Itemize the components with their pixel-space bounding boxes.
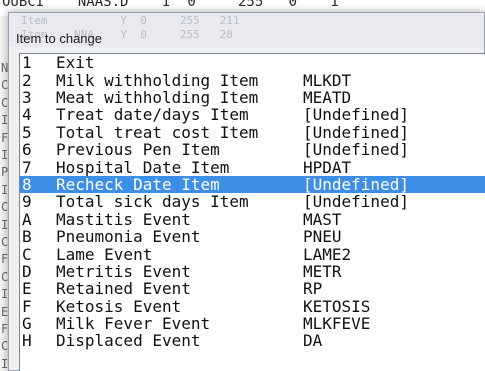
list-item-label: Metritis Event xyxy=(56,261,191,281)
desktop-stage: OUBCI NAAS.D I 0 255 0 I NCCIFIPICICFCIE… xyxy=(0,0,485,371)
list-item[interactable]: D Metritis Event METR xyxy=(20,261,485,281)
item-to-change-dialog: Item Y 0 255 211 Item NNA Y 0 255 28 Ite… xyxy=(8,12,485,371)
list-item-code: MAST xyxy=(303,209,342,229)
list-item[interactable]: H Displaced Event DA xyxy=(20,331,485,351)
list-item-label: Ketosis Event xyxy=(56,296,182,316)
list-item-code: MLKDT xyxy=(303,70,352,90)
list-item[interactable]: 3 Meat withholding Item MEATD xyxy=(20,87,485,107)
list-item-key: 1 xyxy=(22,53,32,73)
list-item-label: Retained Event xyxy=(56,279,191,299)
list-item-label: Meat withholding Item xyxy=(56,87,259,107)
list-item-key: 7 xyxy=(22,157,32,177)
list-item-code: RP xyxy=(303,279,323,299)
list-item[interactable]: 1 Exit xyxy=(20,53,485,73)
list-item-code: MLKFEVE xyxy=(303,314,371,334)
list-item[interactable]: E Retained Event RP xyxy=(20,279,485,299)
list-item-key: F xyxy=(22,296,32,316)
list-item-label: Previous Pen Item xyxy=(56,140,220,160)
list-item-code: [Undefined] xyxy=(303,174,409,194)
list-item-label: Hospital Date Item xyxy=(56,157,230,177)
list-item-key: 8 xyxy=(22,174,32,194)
list-item[interactable]: C Lame Event LAME2 xyxy=(20,244,485,264)
list-item[interactable]: F Ketosis Event KETOSIS xyxy=(20,296,485,316)
list-item-key: 9 xyxy=(22,192,32,212)
list-item-code: PNEU xyxy=(303,227,342,247)
ghost-background-row: Item Y 0 255 211 xyxy=(21,15,464,27)
background-terminal-line: OUBCI NAAS.D I 0 255 0 I xyxy=(2,0,340,10)
list-item[interactable]: 2 Milk withholding Item MLKDT xyxy=(20,70,485,90)
list-item-label: Mastitis Event xyxy=(56,209,191,229)
list-item-code: METR xyxy=(303,261,342,281)
list-item-key: H xyxy=(22,331,32,351)
list-item-label: Milk Fever Event xyxy=(56,314,211,334)
list-item[interactable]: 4 Treat date/days Item [Undefined] xyxy=(20,105,485,125)
list-item-key: 6 xyxy=(22,140,32,160)
list-item[interactable]: 6 Previous Pen Item [Undefined] xyxy=(20,140,485,160)
list-item-code: HPDAT xyxy=(303,157,352,177)
ghost-row-text: Item Y 0 255 211 xyxy=(21,14,240,27)
list-item-code: DA xyxy=(303,331,323,351)
list-item-code: [Undefined] xyxy=(303,192,409,212)
list-item[interactable]: 5 Total treat cost Item [Undefined] xyxy=(20,122,485,142)
list-item-code: KETOSIS xyxy=(303,296,371,316)
list-item-label: Pneumonia Event xyxy=(56,227,201,247)
list-item[interactable] xyxy=(20,350,485,367)
list-item-code: [Undefined] xyxy=(303,140,409,160)
list-item[interactable]: 9 Total sick days Item [Undefined] xyxy=(20,192,485,212)
list-item-key: 2 xyxy=(22,70,32,90)
list-item-label: Total treat cost Item xyxy=(56,122,259,142)
list-item-key: 3 xyxy=(22,87,32,107)
list-item-code: MEATD xyxy=(303,87,352,107)
list-item-key: E xyxy=(22,279,32,299)
list-item-key: A xyxy=(22,209,32,229)
list-item-key: C xyxy=(22,244,32,264)
dialog-title: Item to change xyxy=(16,31,102,46)
list-item-key: 5 xyxy=(22,122,32,142)
list-item-label: Total sick days Item xyxy=(56,192,249,212)
list-item-label: Recheck Date Item xyxy=(56,174,220,194)
list-item[interactable]: A Mastitis Event MAST xyxy=(20,209,485,229)
list-item-code: [Undefined] xyxy=(303,122,409,142)
list-item[interactable]: 7 Hospital Date Item HPDAT xyxy=(20,157,485,177)
list-item-code: LAME2 xyxy=(303,244,352,264)
list-item-label: Lame Event xyxy=(56,244,153,264)
list-item[interactable]: B Pneumonia Event PNEU xyxy=(20,227,485,247)
list-item[interactable]: 8 Recheck Date Item [Undefined] xyxy=(20,174,485,194)
list-item-label: Displaced Event xyxy=(56,331,201,351)
item-list[interactable]: 1 Exit 2 Milk withholding Item MLKDT 3 Meat wi… xyxy=(19,53,485,371)
dialog-titlebar[interactable]: Item Y 0 255 211 Item NNA Y 0 255 28 Ite… xyxy=(9,13,484,47)
list-item-label: Milk withholding Item xyxy=(56,70,259,90)
list-item[interactable]: G Milk Fever Event MLKFEVE xyxy=(20,314,485,334)
list-item-key: D xyxy=(22,261,32,281)
list-item-code: [Undefined] xyxy=(303,105,409,125)
list-item-label: Exit xyxy=(56,53,95,73)
list-item-label: Treat date/days Item xyxy=(56,105,249,125)
list-item-key: 4 xyxy=(22,105,32,125)
list-item-key: B xyxy=(22,227,32,247)
list-item-key: G xyxy=(22,314,32,334)
